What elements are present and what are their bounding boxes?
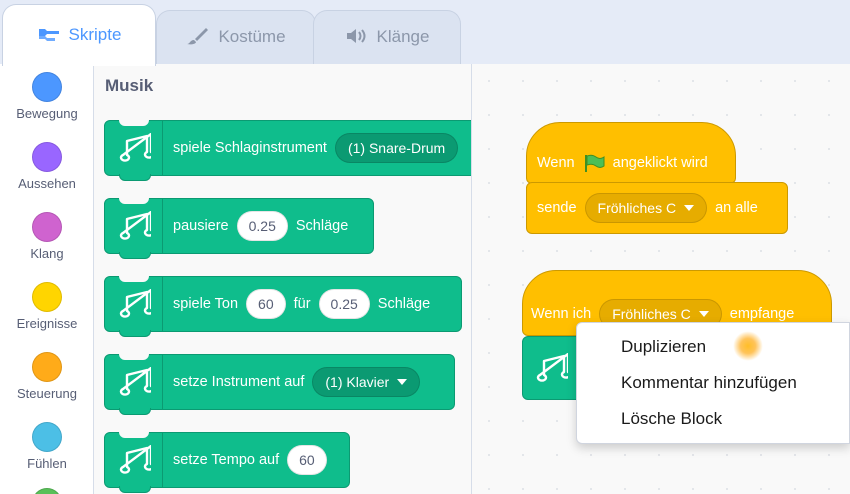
message-dropdown[interactable]: Fröhliches C <box>584 193 708 223</box>
category-dot <box>32 488 62 494</box>
tab-label: Skripte <box>68 25 122 44</box>
tab-label: Kostüme <box>218 27 286 46</box>
brush-icon <box>187 28 209 45</box>
category-menu: Bewegung Aussehen Klang Ereignisse Steue… <box>0 64 94 494</box>
music-icon <box>105 354 163 410</box>
category-steuerung[interactable]: Steuerung <box>0 352 94 401</box>
dropdown-value: (1) Klavier <box>325 374 390 390</box>
tab-kostueme[interactable]: Kostüme <box>156 10 316 66</box>
block-spiele-ton[interactable]: spiele Ton 60 für 0.25 Schläge <box>104 276 462 337</box>
category-klang[interactable]: Klang <box>0 212 94 261</box>
category-dot <box>32 142 62 172</box>
chevron-down-icon <box>397 379 408 385</box>
category-ereignisse[interactable]: Ereignisse <box>0 282 94 331</box>
block-label: Wenn ich <box>531 306 592 322</box>
category-label: Steuerung <box>17 386 77 401</box>
green-flag-icon <box>584 154 605 172</box>
block-label: sende <box>537 200 577 216</box>
block-palette: Musik spiele Schlaginstrument (1) Snare-… <box>94 64 472 494</box>
block-label: spiele Ton <box>173 296 239 312</box>
music-block-stub[interactable] <box>522 336 580 400</box>
beats-input[interactable]: 0.25 <box>318 289 370 319</box>
block-suffix: Schläge <box>295 218 349 234</box>
cursor-highlight <box>733 331 763 361</box>
category-bewegung[interactable]: Bewegung <box>0 72 94 121</box>
block-broadcast[interactable]: sende Fröhliches C an alle <box>526 182 788 234</box>
block-label: setze Tempo auf <box>173 452 280 468</box>
category-dot <box>32 422 62 452</box>
music-icon <box>105 432 163 488</box>
block-setze-tempo[interactable]: setze Tempo auf 60 <box>104 432 350 493</box>
menu-item-delete-block[interactable]: Lösche Block <box>621 409 722 429</box>
category-label: Fühlen <box>27 456 67 471</box>
tempo-input[interactable]: 60 <box>287 445 327 475</box>
drum-dropdown[interactable]: (1) Snare-Drum <box>334 133 459 163</box>
dropdown-value: Fröhliches C <box>597 200 677 216</box>
music-icon <box>105 198 163 254</box>
dropdown-value: (1) Snare-Drum <box>347 140 446 156</box>
block-suffix: Schläge <box>377 296 431 312</box>
beats-input[interactable]: 0.25 <box>236 211 288 241</box>
category-operatoren[interactable] <box>0 488 94 494</box>
block-pausiere[interactable]: pausiere 0.25 Schläge <box>104 198 374 259</box>
block-label: Wenn <box>537 155 575 171</box>
tab-label: Klänge <box>376 27 430 46</box>
palette-section-title: Musik <box>105 76 154 95</box>
menu-item-duplicate[interactable]: Duplizieren <box>621 337 706 357</box>
block-context-menu: Duplizieren Kommentar hinzufügen Lösche … <box>576 322 850 444</box>
block-label: an alle <box>715 200 758 216</box>
editor-tab-bar: Skripte Kostüme Klänge <box>0 0 850 66</box>
category-label: Aussehen <box>18 176 76 191</box>
category-dot <box>32 352 62 382</box>
chevron-down-icon <box>698 311 709 317</box>
tab-skripte[interactable]: Skripte <box>2 4 156 66</box>
note-input[interactable]: 60 <box>246 289 286 319</box>
category-label: Klang <box>30 246 64 261</box>
block-middle: für <box>293 296 311 312</box>
chevron-down-icon <box>684 205 695 211</box>
category-aussehen[interactable]: Aussehen <box>0 142 94 191</box>
category-dot <box>32 282 62 312</box>
block-when-flag-clicked[interactable]: Wenn angeklickt wird <box>526 122 736 184</box>
music-icon <box>105 276 163 332</box>
category-fuehlen[interactable]: Fühlen <box>0 422 94 471</box>
music-icon <box>105 120 163 176</box>
block-label: setze Instrument auf <box>173 374 305 390</box>
block-label: empfange <box>729 306 795 322</box>
category-dot <box>32 72 62 102</box>
category-label: Bewegung <box>16 106 78 121</box>
block-label: spiele Schlaginstrument <box>173 140 327 156</box>
block-label: pausiere <box>173 218 229 234</box>
menu-item-add-comment[interactable]: Kommentar hinzufügen <box>621 373 797 393</box>
code-icon <box>38 29 59 41</box>
category-label: Ereignisse <box>16 316 78 331</box>
tab-klaenge[interactable]: Klänge <box>313 10 461 66</box>
dropdown-value: Fröhliches C <box>612 306 691 322</box>
block-spiele-schlaginstrument[interactable]: spiele Schlaginstrument (1) Snare-Drum <box>104 120 471 181</box>
category-dot <box>32 212 62 242</box>
block-setze-instrument[interactable]: setze Instrument auf (1) Klavier <box>104 354 455 415</box>
instrument-dropdown[interactable]: (1) Klavier <box>312 367 421 397</box>
music-icon <box>536 353 568 382</box>
speaker-icon <box>346 29 366 43</box>
block-label: angeklickt wird <box>612 155 708 171</box>
